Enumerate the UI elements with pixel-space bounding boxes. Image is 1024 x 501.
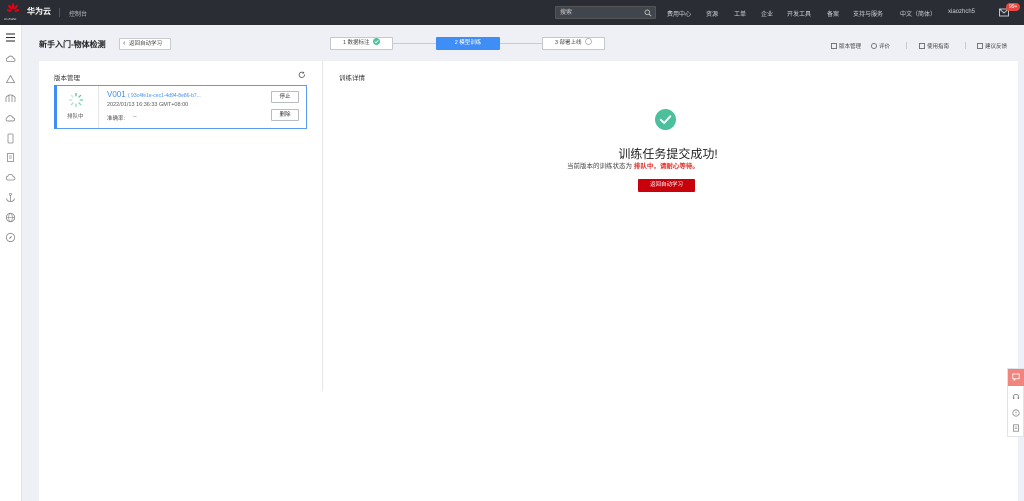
smiley-icon xyxy=(871,42,877,49)
back-button-label: 返回自动学习 xyxy=(129,41,163,47)
tool-label: 评价 xyxy=(879,44,891,50)
help-icon[interactable] xyxy=(1012,409,1020,417)
accuracy-label: 准确率: xyxy=(107,116,126,122)
cloud-storage-icon[interactable] xyxy=(5,113,16,124)
console-link[interactable]: 控制台 xyxy=(69,9,87,18)
chat-button[interactable] xyxy=(1008,369,1024,386)
back-to-autolearning-button[interactable]: ‹ 返回自动学习 xyxy=(119,38,171,50)
chat-icon xyxy=(1012,373,1020,381)
menu-icon[interactable] xyxy=(5,32,16,43)
tool-label: 使用指南 xyxy=(927,44,950,50)
compass-icon[interactable] xyxy=(5,232,16,243)
section-title: 训练详情 xyxy=(339,75,365,82)
nav-username[interactable]: xiaozhch5 xyxy=(948,9,975,15)
left-sidebar xyxy=(0,25,22,501)
nav-tickets[interactable]: 工单 xyxy=(734,9,746,18)
divider xyxy=(59,8,60,17)
return-autolearning-button[interactable]: 返回自动学习 xyxy=(638,179,695,192)
grid-icon xyxy=(831,42,837,49)
check-circle-icon xyxy=(373,38,381,46)
divider xyxy=(906,42,907,49)
search-icon[interactable] xyxy=(644,9,652,17)
pending-circle-icon xyxy=(585,38,593,46)
message-count-badge: 99+ xyxy=(1006,3,1021,11)
cloud-server-icon[interactable] xyxy=(5,54,16,65)
loading-spinner-icon xyxy=(68,92,84,108)
version-name[interactable]: V001 xyxy=(107,90,126,99)
status-prefix: 当前版本的训练状态为 xyxy=(567,163,632,170)
tool-label: 建议反馈 xyxy=(985,44,1008,50)
version-management-link[interactable]: 版本管理 xyxy=(831,42,861,50)
refresh-icon[interactable] xyxy=(298,71,306,79)
step-label: 3 部署上线 xyxy=(554,40,582,46)
document-icon[interactable] xyxy=(5,152,16,163)
nav-billing[interactable]: 费用中心 xyxy=(667,9,691,18)
stop-button[interactable]: 停止 xyxy=(271,91,299,103)
step-deploy[interactable]: 3 部署上线 xyxy=(542,37,605,50)
status-message: 当前版本的训练状态为 排队中，请耐心等待。 xyxy=(567,160,699,170)
step-label: 1 数据标注 xyxy=(342,40,370,46)
section-title: 版本管理 xyxy=(54,75,80,82)
headset-icon[interactable] xyxy=(1012,392,1020,400)
step-data-labeling[interactable]: 1 数据标注 xyxy=(330,37,393,50)
queue-status: 排队中 xyxy=(58,86,99,128)
anchor-icon[interactable] xyxy=(5,192,16,203)
accuracy-value: -- xyxy=(133,114,137,120)
step-model-training[interactable]: 2 模型训练 xyxy=(436,37,500,50)
step-label: 2 模型训练 xyxy=(454,40,482,46)
version-card[interactable]: 排队中 V001 ( 93c4fe1e-cec1-4d94-8e86-b7...… xyxy=(54,85,307,129)
floating-toolbar xyxy=(1007,368,1024,437)
delete-button[interactable]: 删除 xyxy=(271,109,299,121)
user-guide-link[interactable]: 使用指南 xyxy=(919,42,949,50)
rate-link[interactable]: 评价 xyxy=(871,42,890,50)
cloud-outline-icon[interactable] xyxy=(5,172,16,183)
nav-language[interactable]: 中文（简体） xyxy=(900,9,936,18)
nav-support[interactable]: 支持与服务 xyxy=(853,9,883,18)
success-title: 训练任务提交成功! xyxy=(618,147,718,161)
status-text: 排队中 xyxy=(67,114,84,120)
divider xyxy=(965,42,966,49)
huawei-logo[interactable]: HUAWEI xyxy=(4,3,21,22)
huawei-petals-icon xyxy=(7,3,19,12)
version-timestamp: 2022/01/13 16:36:33 GMT+08:00 xyxy=(107,102,189,108)
nav-enterprise[interactable]: 企业 xyxy=(761,9,773,18)
step-connector xyxy=(393,43,436,44)
tool-label: 版本管理 xyxy=(839,44,862,50)
brand-name[interactable]: 华为云 xyxy=(27,6,51,17)
note-icon[interactable] xyxy=(1012,424,1020,432)
version-id[interactable]: ( 93c4fe1e-cec1-4d94-8e86-b7... xyxy=(128,93,201,99)
success-check-icon xyxy=(655,109,676,130)
globe-icon[interactable] xyxy=(5,212,16,223)
nav-resources[interactable]: 资源 xyxy=(706,9,718,18)
top-navbar: HUAWEI 华为云 控制台 费用中心 资源 工单 企业 开发工具 备案 支持与… xyxy=(0,0,1024,25)
page-title: 新手入门-物体检测 xyxy=(39,40,106,49)
feedback-icon xyxy=(977,42,983,49)
logo-text: HUAWEI xyxy=(4,17,17,21)
nav-dev-tools[interactable]: 开发工具 xyxy=(787,9,811,18)
cloud-icon[interactable] xyxy=(5,74,16,85)
bridge-icon[interactable] xyxy=(5,93,16,104)
status-highlight: 排队中，请耐心等待。 xyxy=(633,163,699,170)
feedback-link[interactable]: 建议反馈 xyxy=(977,42,1007,50)
main-panel: 版本管理 排队中 V001 (93c4fe1e-cec1-4d94-8e86-… xyxy=(39,61,1018,501)
search-input[interactable] xyxy=(560,8,640,18)
mobile-icon[interactable] xyxy=(5,133,16,144)
version-management-panel: 版本管理 排队中 V001 (93c4fe1e-cec1-4d94-8e86-… xyxy=(39,61,323,391)
chevron-left-icon: ‹ xyxy=(123,40,126,47)
step-connector xyxy=(500,43,542,44)
guide-icon xyxy=(919,42,925,49)
search-box[interactable] xyxy=(555,6,656,19)
nav-filing[interactable]: 备案 xyxy=(827,9,839,18)
